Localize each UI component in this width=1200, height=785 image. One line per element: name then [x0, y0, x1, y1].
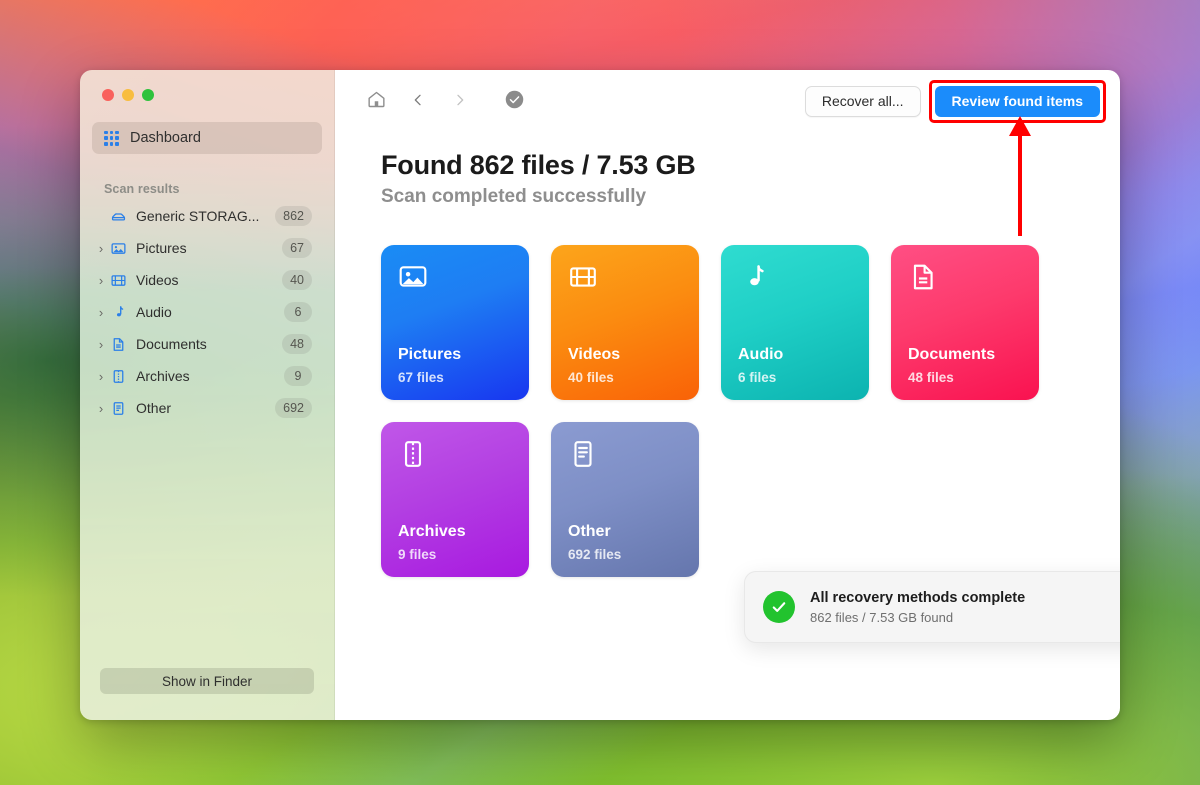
sidebar-item-count: 48: [282, 334, 312, 354]
sidebar-item-videos[interactable]: › Videos 40: [92, 264, 322, 296]
zoom-window-button[interactable]: [142, 89, 154, 101]
film-icon: [568, 262, 598, 292]
category-card-other[interactable]: Other 692 files: [551, 422, 699, 577]
category-card-name: Documents: [908, 346, 996, 363]
summary-headings: Found 862 files / 7.53 GB Scan completed…: [335, 132, 1120, 208]
content-area: Recover all... Review found items Found …: [335, 70, 1120, 720]
picture-icon: [108, 240, 128, 257]
category-card-documents[interactable]: Documents 48 files: [891, 245, 1039, 400]
sidebar-section-title: Scan results: [104, 182, 180, 196]
music-note-icon: [738, 262, 768, 292]
category-card-audio[interactable]: Audio 6 files: [721, 245, 869, 400]
toast-notification: All recovery methods complete 862 files …: [744, 571, 1120, 643]
drive-icon: [108, 208, 128, 225]
film-icon: [108, 272, 128, 289]
chevron-right-icon[interactable]: ›: [94, 338, 108, 351]
sidebar-item-count: 67: [282, 238, 312, 258]
review-found-items-wrapper: Review found items: [928, 79, 1106, 123]
desktop-background: Dashboard Scan results Generic STORAG...…: [0, 0, 1200, 785]
other-file-icon: [568, 439, 598, 469]
category-card-count: 48 files: [908, 370, 954, 385]
category-card-pictures[interactable]: Pictures 67 files: [381, 245, 529, 400]
music-note-icon: [108, 304, 128, 321]
recover-all-button[interactable]: Recover all...: [804, 85, 921, 117]
category-card-name: Archives: [398, 523, 466, 540]
grid-icon: [104, 130, 119, 146]
chevron-right-icon[interactable]: ›: [94, 402, 108, 415]
sidebar-item-pictures[interactable]: › Pictures 67: [92, 232, 322, 264]
sidebar-item-label: Other: [136, 400, 172, 416]
other-file-icon: [108, 400, 128, 417]
sidebar-item-label: Dashboard: [130, 130, 201, 146]
close-window-button[interactable]: [102, 89, 114, 101]
sidebar-item-audio[interactable]: › Audio 6: [92, 296, 322, 328]
sidebar-item-count: 6: [284, 302, 312, 322]
back-button[interactable]: [399, 84, 437, 118]
sidebar-item-other[interactable]: › Other 692: [92, 392, 322, 424]
check-circle-icon: [504, 89, 525, 113]
category-card-name: Videos: [568, 346, 621, 363]
toolbar: Recover all... Review found items: [335, 70, 1120, 132]
page-title: Found 862 files / 7.53 GB: [381, 150, 696, 180]
archive-icon: [398, 439, 428, 469]
sidebar-item-archives[interactable]: › Archives 9: [92, 360, 322, 392]
sidebar-item-label: Archives: [136, 368, 190, 384]
category-card-count: 6 files: [738, 370, 777, 385]
chevron-right-icon[interactable]: ›: [94, 306, 108, 319]
category-card-count: 9 files: [398, 547, 437, 562]
app-window: Dashboard Scan results Generic STORAG...…: [80, 70, 1120, 720]
toolbar-actions: Recover all... Review found items: [804, 79, 1106, 123]
sidebar: Dashboard Scan results Generic STORAG...…: [80, 70, 335, 720]
page-subtitle: Scan completed successfully: [381, 186, 647, 207]
document-icon: [108, 336, 128, 353]
category-card-count: 67 files: [398, 370, 444, 385]
toast-subtitle: 862 files / 7.53 GB found: [810, 610, 954, 625]
sidebar-item-generic-storage[interactable]: Generic STORAG... 862: [92, 200, 322, 232]
show-in-finder-button[interactable]: Show in Finder: [100, 668, 314, 694]
sidebar-item-documents[interactable]: › Documents 48: [92, 328, 322, 360]
category-card-name: Audio: [738, 346, 784, 363]
picture-icon: [398, 262, 428, 292]
chevron-right-icon[interactable]: ›: [94, 242, 108, 255]
sidebar-item-label: Generic STORAG...: [136, 208, 260, 224]
scan-results-tree: Generic STORAG... 862 › Pictures 67 › Vi…: [80, 200, 334, 424]
archive-icon: [108, 368, 128, 385]
category-card-videos[interactable]: Videos 40 files: [551, 245, 699, 400]
sidebar-item-count: 9: [284, 366, 312, 386]
sidebar-item-dashboard[interactable]: Dashboard: [92, 122, 322, 154]
category-card-name: Other: [568, 523, 611, 540]
success-check-icon: [763, 591, 795, 623]
chevron-right-icon[interactable]: ›: [94, 274, 108, 287]
category-card-archives[interactable]: Archives 9 files: [381, 422, 529, 577]
document-icon: [908, 262, 938, 292]
forward-button[interactable]: [441, 84, 479, 118]
category-card-count: 692 files: [568, 547, 622, 562]
home-icon: [366, 89, 387, 113]
traffic-lights: [80, 70, 334, 101]
category-card-count: 40 files: [568, 370, 614, 385]
scan-status-button[interactable]: [495, 84, 533, 118]
sidebar-item-count: 692: [275, 398, 312, 418]
chevron-right-icon: [452, 92, 468, 111]
review-found-items-button[interactable]: Review found items: [934, 85, 1100, 117]
sidebar-item-label: Documents: [136, 336, 207, 352]
toast-title: All recovery methods complete: [810, 590, 1026, 606]
sidebar-item-label: Audio: [136, 304, 172, 320]
chevron-left-icon: [410, 92, 426, 111]
sidebar-item-count: 40: [282, 270, 312, 290]
category-card-grid: Pictures 67 files Videos 40 files Audio …: [335, 208, 1047, 577]
sidebar-item-count: 862: [275, 206, 312, 226]
chevron-right-icon[interactable]: ›: [94, 370, 108, 383]
category-card-name: Pictures: [398, 346, 462, 363]
toast-text-block: All recovery methods complete 862 files …: [810, 589, 1120, 625]
minimize-window-button[interactable]: [122, 89, 134, 101]
sidebar-item-label: Pictures: [136, 240, 187, 256]
sidebar-footer: Show in Finder: [80, 668, 334, 720]
home-button[interactable]: [357, 84, 395, 118]
sidebar-item-label: Videos: [136, 272, 179, 288]
toolbar-nav-group: [357, 84, 533, 118]
